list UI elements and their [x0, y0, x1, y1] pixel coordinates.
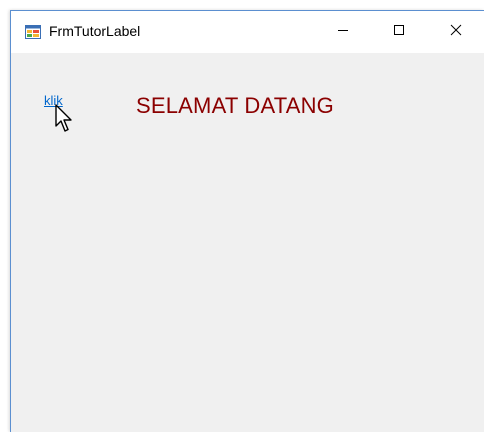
minimize-icon — [337, 23, 349, 41]
form-client-area: klik SELAMAT DATANG — [11, 53, 484, 432]
mouse-pointer-icon — [54, 104, 76, 134]
desktop-background — [0, 0, 10, 432]
maximize-button[interactable] — [371, 11, 427, 53]
form-window: FrmTutorLabel klik SELAMAT DATANG — [10, 10, 484, 432]
close-button[interactable] — [427, 11, 484, 53]
title-bar[interactable]: FrmTutorLabel — [11, 11, 484, 53]
window-title: FrmTutorLabel — [49, 23, 141, 39]
maximize-icon — [393, 23, 405, 41]
welcome-label: SELAMAT DATANG — [136, 93, 334, 118]
form-app-icon — [25, 24, 41, 40]
minimize-button[interactable] — [315, 11, 371, 53]
klik-link-label[interactable]: klik — [44, 93, 63, 108]
close-icon — [450, 23, 462, 41]
